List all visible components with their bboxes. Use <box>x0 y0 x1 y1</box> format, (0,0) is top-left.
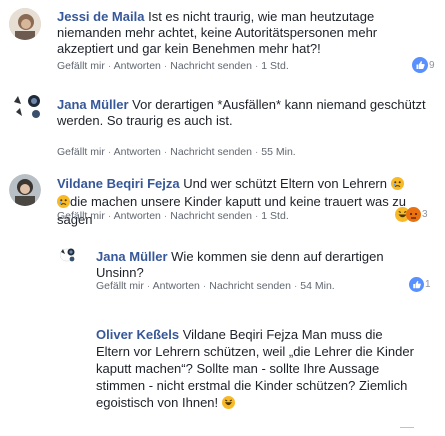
message-link[interactable]: Nachricht senden <box>170 146 252 158</box>
divider <box>400 427 414 428</box>
message-link[interactable]: Nachricht senden <box>170 60 252 72</box>
angry-reaction-icon <box>406 207 421 222</box>
avatar[interactable] <box>60 248 76 263</box>
message-link[interactable]: Nachricht senden <box>170 210 252 222</box>
timestamp[interactable]: 1 Std. <box>261 60 288 72</box>
comment-text: Und wer schützt Eltern von Lehrern <box>183 176 387 191</box>
like-reaction-icon <box>409 277 424 292</box>
comment-author[interactable]: Jana Müller <box>96 249 168 264</box>
comment-jessi: Jessi de Maila Ist es nicht traurig, wie… <box>0 0 445 80</box>
comment-jana-1: Jana Müller Vor derartigen *Ausfällen* k… <box>0 80 445 160</box>
timestamp[interactable]: 54 Min. <box>300 280 334 292</box>
avatar[interactable] <box>9 174 41 206</box>
like-link[interactable]: Gefällt mir <box>96 280 144 292</box>
comment-author[interactable]: Vildane Beqiri Fejza <box>57 176 180 191</box>
like-link[interactable]: Gefällt mir <box>57 60 105 72</box>
comment-vildane: Vildane Beqiri Fejza Und wer schützt Elt… <box>0 165 445 240</box>
like-reaction-icon <box>412 57 428 73</box>
like-link[interactable]: Gefällt mir <box>57 210 105 222</box>
reaction-count[interactable]: 9 <box>412 57 435 73</box>
reply-link[interactable]: Antworten <box>114 60 161 72</box>
reply-oliver: Oliver Keßels Vildane Beqiri Fejza Man m… <box>0 320 445 436</box>
avatar[interactable] <box>9 8 41 40</box>
avatar[interactable] <box>12 94 42 120</box>
laughing-emoji-icon <box>221 396 235 413</box>
sad-emoji-icon <box>390 177 404 194</box>
reaction-count[interactable]: 1 <box>409 277 431 292</box>
reply-link[interactable]: Antworten <box>153 280 200 292</box>
reaction-count[interactable]: 3 <box>395 207 428 222</box>
like-link[interactable]: Gefällt mir <box>57 146 105 158</box>
timestamp[interactable]: 1 Std. <box>261 210 288 222</box>
comment-author[interactable]: Jessi de Maila <box>57 9 144 24</box>
comment-author[interactable]: Jana Müller <box>57 97 129 112</box>
reply-link[interactable]: Antworten <box>114 146 161 158</box>
timestamp[interactable]: 55 Min. <box>261 146 295 158</box>
comment-author[interactable]: Oliver Keßels <box>96 327 179 342</box>
reply-link[interactable]: Antworten <box>114 210 161 222</box>
message-link[interactable]: Nachricht senden <box>209 280 291 292</box>
